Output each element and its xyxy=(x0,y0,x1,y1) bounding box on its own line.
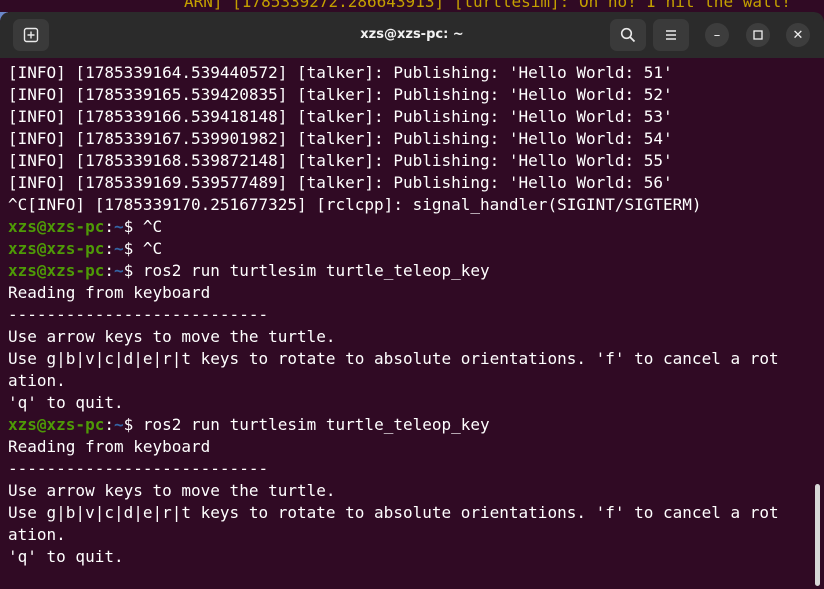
output-line: Use arrow keys to move the turtle. xyxy=(8,327,336,346)
prompt-separator: : xyxy=(104,217,114,236)
output-line: [INFO] [1785339165.539420835] [talker]: … xyxy=(8,85,673,104)
maximize-icon xyxy=(753,30,763,40)
prompt-user: xzs@xzs-pc xyxy=(8,239,105,258)
scrollbar-thumb[interactable] xyxy=(815,484,820,586)
close-button[interactable]: ✕ xyxy=(786,23,810,47)
output-line: [INFO] [1785339167.539901982] [talker]: … xyxy=(8,129,673,148)
terminal-window[interactable]: xzs@xzs-pc: ~ – ✕ [INFO] [1785339164.539… xyxy=(0,12,824,589)
new-tab-button[interactable] xyxy=(13,19,49,51)
window-title: xzs@xzs-pc: ~ xyxy=(360,27,464,42)
minimize-icon: – xyxy=(713,27,721,43)
maximize-button[interactable] xyxy=(746,23,770,47)
output-line: Use arrow keys to move the turtle. xyxy=(8,481,336,500)
prompt-line: xzs@xzs-pc:~$ ros2 run turtlesim turtle_… xyxy=(8,260,808,282)
output-line: [INFO] [1785339164.539440572] [talker]: … xyxy=(8,63,673,82)
prompt-line: xzs@xzs-pc:~$ ^C xyxy=(8,238,808,260)
prompt-command: $ ^C xyxy=(123,217,163,236)
background-window-text: ARN] [1785339272.286643913] [turtlesim]:… xyxy=(184,0,824,12)
output-line: Reading from keyboard xyxy=(8,437,211,456)
prompt-command: $ ros2 run turtlesim turtle_teleop_key xyxy=(123,261,490,280)
prompt-path: ~ xyxy=(113,239,124,258)
minimize-button[interactable]: – xyxy=(705,23,729,47)
prompt-command: $ ros2 run turtlesim turtle_teleop_key xyxy=(123,415,490,434)
output-line: [INFO] [1785339166.539418148] [talker]: … xyxy=(8,107,673,126)
prompt-separator: : xyxy=(104,239,114,258)
prompt-separator: : xyxy=(104,415,114,434)
prompt-user: xzs@xzs-pc xyxy=(8,415,105,434)
output-line: Reading from keyboard xyxy=(8,283,211,302)
prompt-command: $ ^C xyxy=(123,239,163,258)
search-icon xyxy=(620,27,636,43)
prompt-path: ~ xyxy=(113,261,124,280)
output-line: ation. xyxy=(8,525,66,544)
prompt-user: xzs@xzs-pc xyxy=(8,217,105,236)
search-button[interactable] xyxy=(610,19,646,51)
prompt-line: xzs@xzs-pc:~$ ^C xyxy=(8,216,808,238)
prompt-path: ~ xyxy=(113,415,124,434)
output-line: --------------------------- xyxy=(8,305,269,324)
prompt-separator: : xyxy=(104,261,114,280)
close-icon: ✕ xyxy=(792,27,804,43)
output-line: 'q' to quit. xyxy=(8,547,124,566)
hamburger-menu-icon xyxy=(666,30,676,40)
terminal-output[interactable]: [INFO] [1785339164.539440572] [talker]: … xyxy=(8,62,808,589)
output-line: Use g|b|v|c|d|e|r|t keys to rotate to ab… xyxy=(8,349,779,368)
output-line: [INFO] [1785339169.539577489] [talker]: … xyxy=(8,173,673,192)
output-line: ation. xyxy=(8,371,66,390)
output-line: --------------------------- xyxy=(8,459,269,478)
output-line: ^C[INFO] [1785339170.251677325] [rclcpp]… xyxy=(8,195,702,214)
prompt-user: xzs@xzs-pc xyxy=(8,261,105,280)
output-line: [INFO] [1785339168.539872148] [talker]: … xyxy=(8,151,673,170)
new-tab-icon xyxy=(23,27,39,43)
output-line: 'q' to quit. xyxy=(8,393,124,412)
title-bar[interactable]: xzs@xzs-pc: ~ – ✕ xyxy=(0,12,824,58)
prompt-line: xzs@xzs-pc:~$ ros2 run turtlesim turtle_… xyxy=(8,414,808,436)
prompt-path: ~ xyxy=(113,217,124,236)
output-line: Use g|b|v|c|d|e|r|t keys to rotate to ab… xyxy=(8,503,779,522)
menu-button[interactable] xyxy=(653,19,689,51)
